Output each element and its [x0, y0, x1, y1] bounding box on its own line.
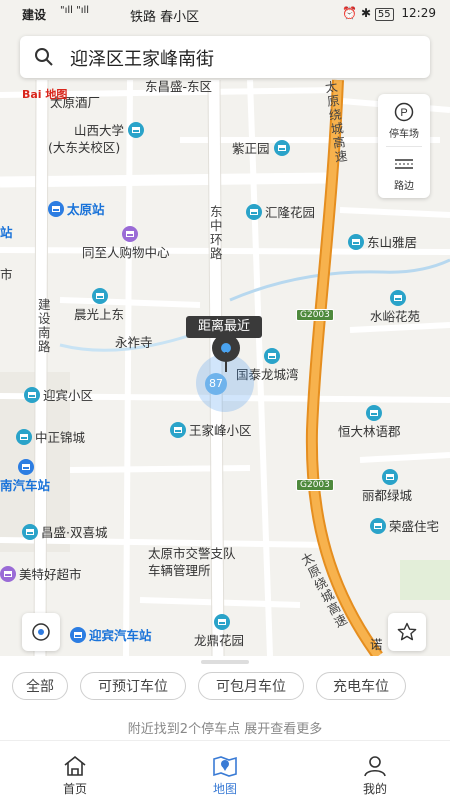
residence-icon	[348, 234, 364, 250]
shopping-icon	[122, 226, 138, 242]
residence-icon	[390, 290, 406, 306]
poi-label[interactable]: 王家峰小区	[170, 420, 252, 439]
status-bar: 建设 "ıll "ıll 铁路 春小区 ⏰ ✱ 55 12:29	[0, 0, 450, 30]
tab-label: 我的	[362, 782, 387, 796]
highway-shield: G2003	[296, 309, 334, 321]
bottom-tab-bar: 首页 地图 我的	[0, 742, 450, 800]
parking-layer-label: 停车场	[389, 129, 419, 140]
residence-icon	[382, 469, 398, 485]
map-logo: Bai 地图	[22, 88, 68, 101]
tab-profile[interactable]: 我的	[300, 742, 450, 800]
roadside-layer-label: 路边	[394, 181, 414, 192]
filter-chip-all[interactable]: 全部	[12, 672, 68, 700]
poi-label[interactable]: 市	[0, 264, 13, 283]
svg-text:P: P	[400, 107, 407, 119]
roadside-layer-button[interactable]: 路边	[378, 146, 430, 198]
bus-station-icon	[18, 459, 34, 475]
filter-chips: 全部 可预订车位 可包月车位 充电车位	[12, 672, 442, 702]
residence-icon	[24, 387, 40, 403]
status-center-text: 铁路 春小区	[130, 10, 200, 25]
poi-label[interactable]: 水峪花苑	[370, 290, 420, 325]
battery-icon: 55	[374, 8, 394, 21]
clock: 12:29	[401, 6, 436, 20]
alarm-icon: ⏰	[342, 6, 358, 20]
poi-label[interactable]: 昌盛·双喜城	[22, 522, 107, 541]
poi-label[interactable]: 紫正园	[232, 138, 293, 157]
status-right: ⏰ ✱ 55 12:29	[342, 6, 436, 21]
poi-label[interactable]: 东山雅居	[348, 232, 417, 251]
poi-label[interactable]: 中正锦城	[16, 427, 85, 446]
residence-icon	[214, 614, 230, 630]
poi-label[interactable]: 美特好超市	[0, 564, 82, 583]
tab-home[interactable]: 首页	[0, 742, 150, 800]
poi-label[interactable]: 东昌盛-东区	[145, 76, 212, 95]
road-label: 建设南路	[38, 297, 51, 354]
highway-shield: G2003	[296, 479, 334, 491]
poi-label[interactable]: 车辆管理所	[148, 560, 211, 579]
residence-icon	[273, 140, 290, 156]
poi-label[interactable]: 诺	[370, 634, 383, 653]
poi-label[interactable]: 丽都绿城	[362, 469, 412, 504]
filter-chip-monthly[interactable]: 可包月车位	[198, 672, 304, 700]
location-pin-stem	[225, 352, 227, 372]
parking-count-marker[interactable]: 87	[205, 373, 227, 395]
parking-layer-button[interactable]: P 停车场	[378, 94, 430, 146]
divider	[0, 740, 450, 741]
search-icon	[35, 48, 53, 66]
nearby-results-hint[interactable]: 附近找到2个停车点 展开查看更多	[0, 718, 450, 737]
poi-label[interactable]: 龙鼎花园	[194, 614, 244, 649]
locate-icon	[32, 623, 50, 641]
tab-label: 地图	[212, 782, 237, 796]
residence-icon	[366, 405, 382, 421]
station-icon	[48, 201, 64, 217]
search-input[interactable]: 迎泽区王家峰南街	[70, 45, 214, 71]
residence-icon	[264, 348, 280, 364]
map-icon	[213, 756, 237, 777]
bottom-sheet: 全部 可预订车位 可包月车位 充电车位 附近找到2个停车点 展开查看更多 首页 …	[0, 656, 450, 800]
residence-icon	[22, 524, 38, 540]
residence-icon	[170, 422, 186, 438]
poi-label[interactable]: 迎宾汽车站	[70, 625, 152, 644]
poi-label[interactable]: 恒大林语郡	[338, 405, 401, 440]
poi-label[interactable]: 同至人购物中心	[82, 226, 170, 261]
tab-label: 首页	[62, 782, 87, 796]
poi-label[interactable]: 迎宾小区	[24, 385, 93, 404]
filter-chip-reservable[interactable]: 可预订车位	[80, 672, 186, 700]
school-icon	[128, 122, 144, 138]
locate-me-button[interactable]	[22, 613, 60, 651]
sheet-drag-handle[interactable]	[201, 660, 249, 664]
poi-label[interactable]: 太原站	[48, 199, 105, 218]
carrier-label: 建设	[22, 8, 47, 22]
residence-icon	[246, 204, 262, 220]
filter-chip-charging[interactable]: 充电车位	[316, 672, 406, 700]
roadside-icon	[395, 159, 413, 169]
search-bar[interactable]: 迎泽区王家峰南街	[20, 36, 430, 78]
bus-station-icon	[70, 627, 86, 643]
poi-label[interactable]: 南汽车站	[0, 459, 50, 494]
tab-map[interactable]: 地图	[150, 742, 300, 800]
residence-icon	[92, 288, 108, 304]
favorite-button[interactable]	[388, 613, 426, 651]
star-icon	[397, 622, 417, 641]
poi-label[interactable]: 站	[0, 222, 13, 241]
residence-icon	[370, 518, 386, 534]
poi-label[interactable]: 汇隆花园	[246, 202, 315, 221]
map-layer-panel: P 停车场 路边	[378, 94, 430, 198]
home-icon	[64, 755, 86, 776]
poi-label[interactable]: 荣盛住宅	[370, 516, 439, 535]
parking-icon: P	[394, 102, 414, 122]
residence-icon	[16, 429, 32, 445]
shopping-icon	[0, 566, 16, 582]
bluetooth-icon: ✱	[360, 6, 372, 20]
user-icon	[364, 756, 386, 777]
road-label: 东中环路	[210, 204, 223, 261]
signal-icon: "ıll "ıll	[60, 5, 90, 16]
poi-label[interactable]: (大东关校区)	[48, 137, 120, 156]
poi-label[interactable]: 晨光上东	[74, 288, 124, 323]
poi-label[interactable]: 永祚寺	[115, 332, 153, 351]
